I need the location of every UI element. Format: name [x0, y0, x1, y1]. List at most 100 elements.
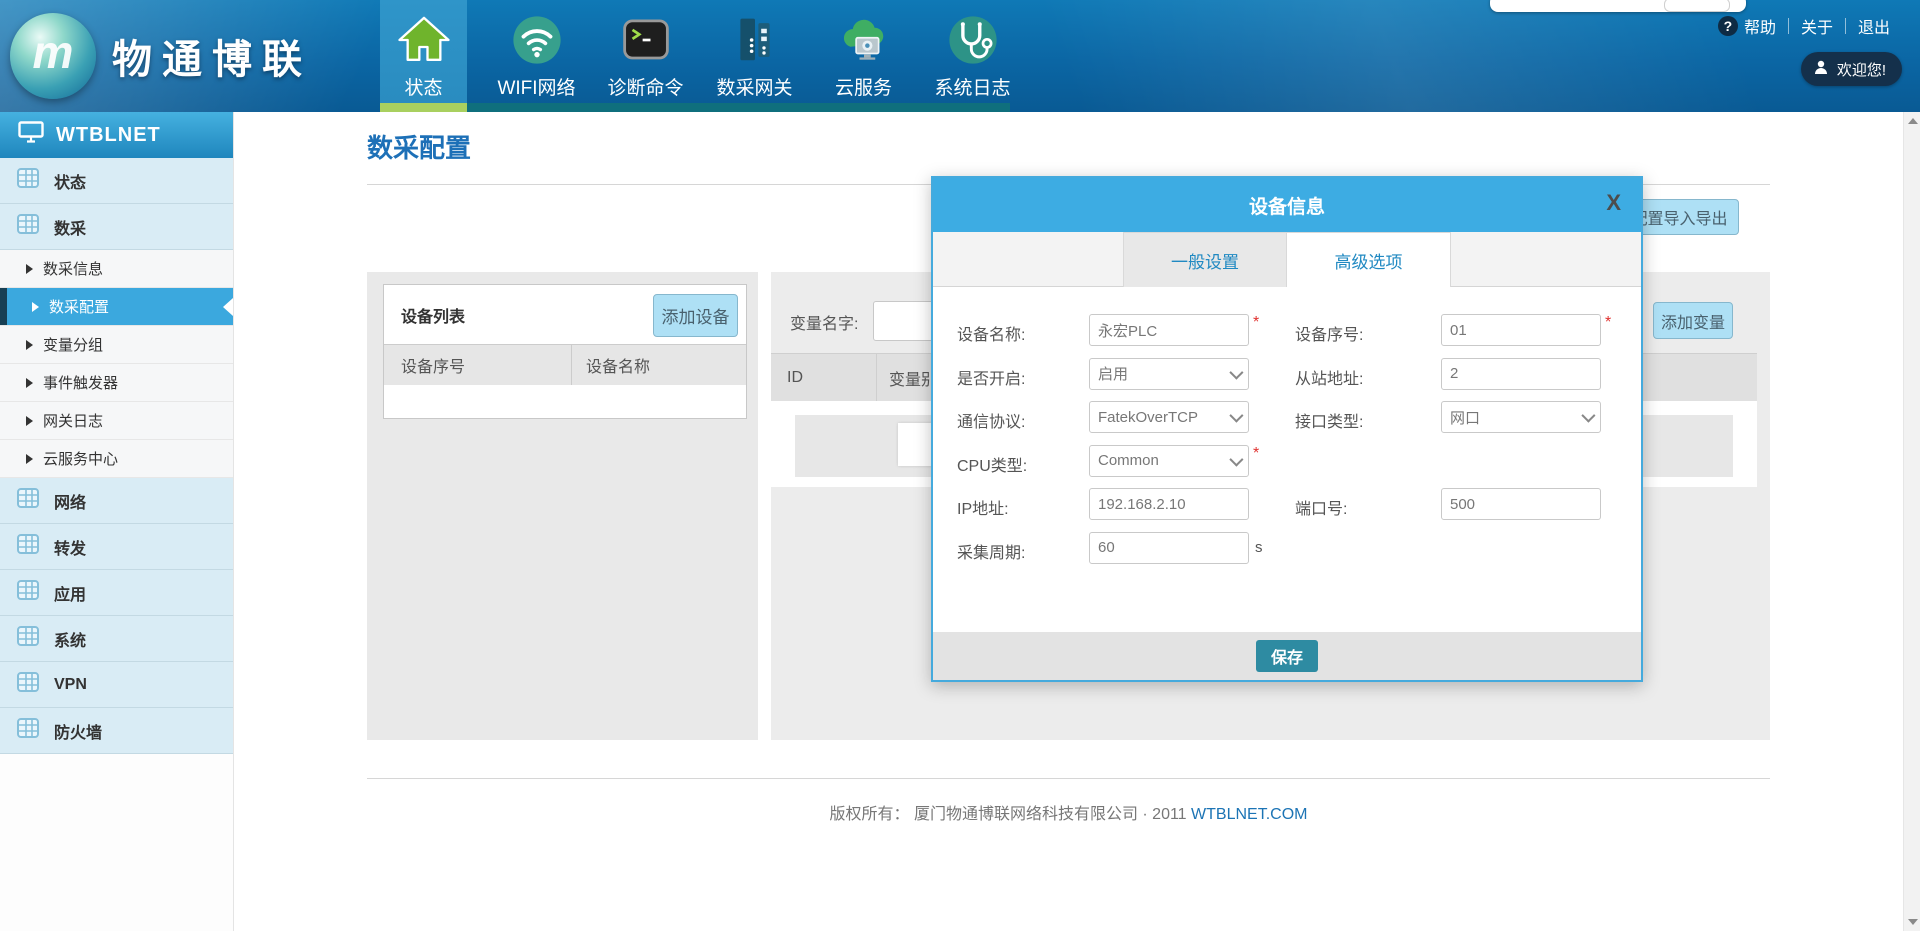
grid-icon [16, 716, 40, 745]
link-separator [1845, 18, 1846, 34]
welcome-text: 欢迎您! [1837, 59, 1886, 80]
sidebar-item-application[interactable]: 应用 [0, 570, 233, 616]
variable-name-label: 变量名字: [790, 310, 858, 334]
sidebar-item-status[interactable]: 状态 [0, 158, 233, 204]
user-icon [1813, 59, 1829, 79]
protocol-select[interactable]: FatekOverTCP [1089, 401, 1249, 433]
scroll-up-icon[interactable] [1908, 118, 1918, 124]
footer-divider [367, 778, 1770, 779]
terminal-icon [619, 10, 673, 70]
sidebar-item-firewall[interactable]: 防火墙 [0, 708, 233, 754]
modal-header: 设备信息 X [933, 178, 1641, 232]
cloud-icon [837, 10, 891, 70]
page-title: 数采配置 [367, 128, 471, 165]
footer-link[interactable]: WTBLNET.COM [1191, 806, 1307, 823]
footer: 版权所有： 厦门物通博联网络科技有限公司 · 2011 WTBLNET.COM [367, 800, 1770, 824]
sidebar-item-event-trigger[interactable]: 事件触发器 [0, 364, 233, 402]
copyright-text: 版权所有： 厦门物通博联网络科技有限公司 · 2011 [830, 806, 1187, 823]
nav-item-status[interactable]: 状态 [380, 0, 467, 103]
sidebar-header: WTBLNET [0, 112, 233, 158]
modal-tabs: 一般设置 高级选项 [933, 232, 1641, 287]
gateway-icon [728, 10, 782, 70]
scroll-down-icon[interactable] [1908, 919, 1918, 925]
enabled-select[interactable]: 启用 [1089, 358, 1249, 390]
link-separator [1788, 18, 1789, 34]
help-link[interactable]: ? 帮助 [1718, 14, 1776, 38]
hidden-dialog-edge [898, 423, 934, 466]
slave-address-input[interactable] [1441, 358, 1601, 390]
sidebar-item-dataacq[interactable]: 数采 [0, 204, 233, 250]
sidebar: WTBLNET 状态 数采 数采信息 数采配置 变量分组 事件触发器 网关日 [0, 112, 234, 931]
nav-item-diagnostics[interactable]: 诊断命令 [591, 0, 700, 103]
port-input[interactable] [1441, 488, 1601, 520]
device-list-box: 设备列表 添加设备 设备序号 设备名称 [383, 284, 747, 419]
wifi-icon [510, 10, 564, 70]
column-device-name: 设备名称 [572, 353, 650, 377]
grid-icon [16, 486, 40, 515]
grid-icon [16, 670, 40, 699]
required-marker: * [1253, 314, 1259, 331]
device-serial-input[interactable] [1441, 314, 1601, 346]
column-id: ID [771, 369, 876, 387]
page-scrollbar[interactable] [1903, 112, 1920, 931]
sidebar-item-dataacq-config[interactable]: 数采配置 [0, 288, 233, 326]
nav-item-cloud[interactable]: 云服务 [809, 0, 918, 103]
ip-address-input[interactable] [1089, 488, 1249, 520]
field-label-cpu-type: CPU类型: [957, 445, 1089, 489]
add-variable-button[interactable]: 添加变量 [1653, 302, 1733, 339]
sidebar-item-cloud-center[interactable]: 云服务中心 [0, 440, 233, 478]
sidebar-item-vpn[interactable]: VPN [0, 662, 233, 708]
caret-right-icon [26, 454, 33, 464]
tab-general-settings[interactable]: 一般设置 [1123, 232, 1287, 287]
close-icon[interactable]: X [1606, 190, 1621, 216]
nav-item-gateway[interactable]: 数采网关 [700, 0, 809, 103]
sidebar-item-network[interactable]: 网络 [0, 478, 233, 524]
tab-advanced-options[interactable]: 高级选项 [1287, 232, 1451, 287]
logout-link[interactable]: 退出 [1858, 14, 1890, 38]
sidebar-item-forward[interactable]: 转发 [0, 524, 233, 570]
collect-period-input[interactable] [1089, 532, 1249, 564]
device-name-input[interactable] [1089, 314, 1249, 346]
grid-icon [16, 166, 40, 195]
field-label-protocol: 通信协议: [957, 401, 1089, 445]
nav-gap [467, 0, 482, 112]
grid-icon [16, 532, 40, 561]
grid-icon [16, 578, 40, 607]
field-label-slave-address: 从站地址: [1295, 358, 1441, 402]
caret-right-icon [26, 378, 33, 388]
chevron-down-icon [1229, 365, 1243, 379]
home-icon [396, 10, 452, 70]
save-button[interactable]: 保存 [1256, 640, 1318, 672]
stethoscope-icon [946, 10, 1000, 70]
app-window: m 物通博联 状态 WIFI网络 诊断 [0, 0, 1920, 931]
cpu-type-select[interactable]: Common [1089, 445, 1249, 477]
interface-type-select[interactable]: 网口 [1441, 401, 1601, 433]
sidebar-item-dataacq-info[interactable]: 数采信息 [0, 250, 233, 288]
about-link[interactable]: 关于 [1801, 14, 1833, 38]
welcome-badge[interactable]: 欢迎您! [1801, 52, 1902, 86]
sidebar-item-system[interactable]: 系统 [0, 616, 233, 662]
modal-title: 设备信息 [1249, 192, 1325, 219]
device-list-title: 设备列表 [401, 303, 465, 327]
chevron-down-icon [1229, 452, 1243, 466]
nav-item-syslog[interactable]: 系统日志 [918, 0, 1027, 103]
nav-item-wifi[interactable]: WIFI网络 [482, 0, 591, 103]
help-icon: ? [1718, 16, 1738, 36]
sidebar-item-variable-group[interactable]: 变量分组 [0, 326, 233, 364]
top-right-links: ? 帮助 关于 退出 [1718, 14, 1890, 38]
chevron-down-icon [1581, 409, 1595, 423]
brand-logo: m 物通博联 [10, 8, 312, 104]
field-label-ip-address: IP地址: [957, 488, 1089, 532]
field-label-enabled: 是否开启: [957, 358, 1089, 402]
caret-right-icon [26, 264, 33, 274]
sidebar-item-gateway-log[interactable]: 网关日志 [0, 402, 233, 440]
logo-text: 物通博联 [112, 27, 312, 85]
add-device-button[interactable]: 添加设备 [653, 294, 738, 337]
main-nav: 状态 WIFI网络 诊断命令 数采网关 [380, 0, 1027, 112]
modal-form: 设备名称: * 设备序号: * 是否开启: 启用 从站地址: 通信协议: [933, 287, 1641, 634]
field-label-interface-type: 接口类型: [1295, 401, 1441, 445]
device-table-empty-row [384, 385, 746, 417]
grid-icon [16, 212, 40, 241]
modal-footer: 保存 [933, 632, 1641, 680]
caret-right-icon [32, 302, 39, 312]
